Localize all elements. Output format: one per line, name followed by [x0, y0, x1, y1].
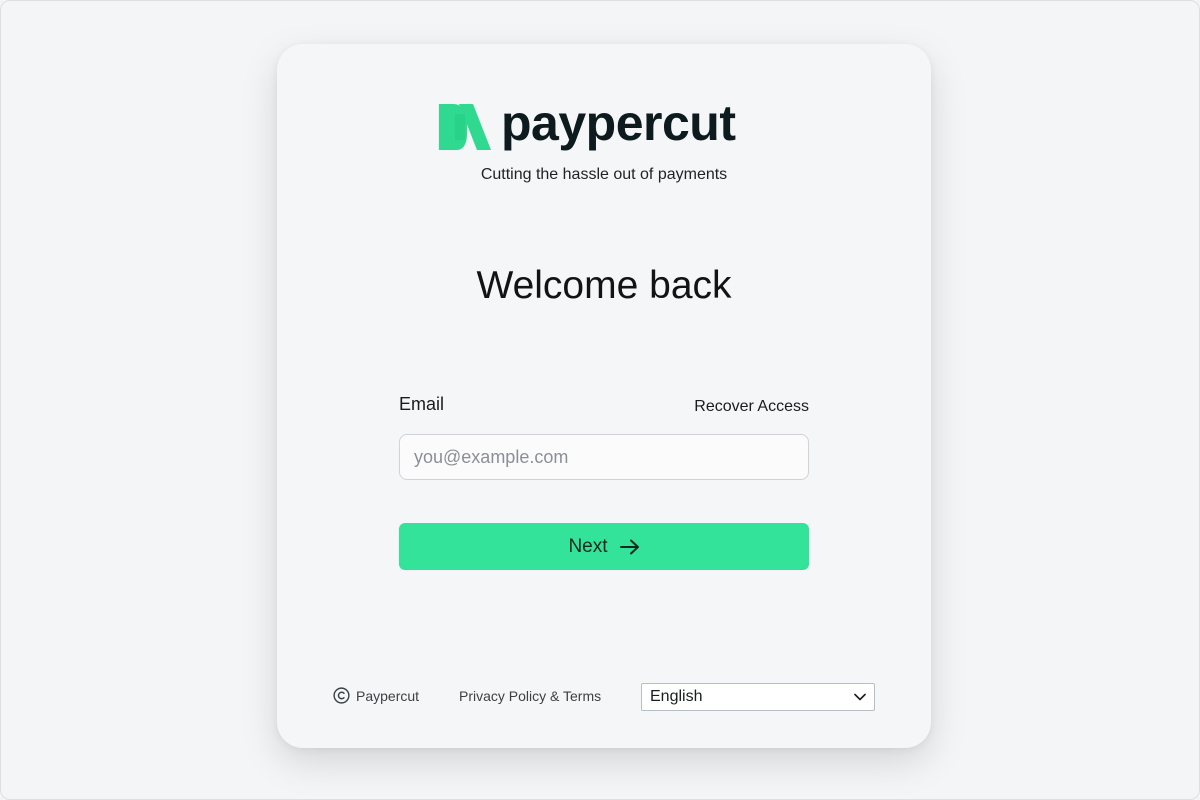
login-card: paypercut Cutting the hassle out of paym… — [277, 44, 931, 748]
page-title: Welcome back — [476, 264, 732, 307]
email-label: Email — [399, 394, 445, 414]
brand-name: paypercut — [501, 95, 736, 151]
email-field[interactable] — [399, 434, 809, 480]
copyright-notice: Paypercut — [333, 687, 419, 704]
next-button-label: Next — [568, 535, 608, 557]
copyright-text: Paypercut — [356, 687, 420, 704]
arrow-right-icon — [619, 539, 639, 554]
page-background: paypercut Cutting the hassle out of paym… — [0, 0, 1200, 800]
chevron-down-icon — [854, 693, 866, 701]
privacy-policy-link[interactable]: Privacy Policy & Terms — [459, 688, 601, 704]
copyright-icon — [333, 687, 350, 704]
paypercut-logo-icon — [439, 104, 491, 150]
language-selected-value: English — [650, 688, 703, 705]
brand-logo: paypercut — [439, 98, 736, 152]
recover-access-link[interactable]: Recover Access — [694, 398, 809, 416]
next-button[interactable]: Next — [399, 523, 809, 570]
language-select[interactable]: English — [641, 683, 875, 711]
brand-tagline: Cutting the hassle out of payments — [480, 166, 728, 183]
